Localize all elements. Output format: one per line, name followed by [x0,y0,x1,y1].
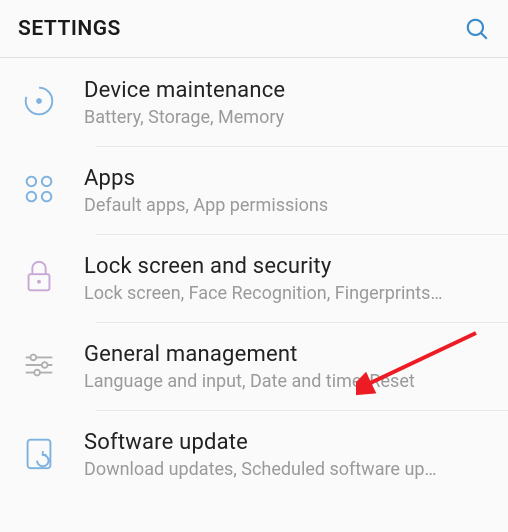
software-update-icon [20,434,58,472]
list-item-software-update[interactable]: Software update Download updates, Schedu… [0,410,508,498]
list-item-lock-screen[interactable]: Lock screen and security Lock screen, Fa… [0,234,508,322]
item-text: Lock screen and security Lock screen, Fa… [84,252,490,304]
item-text: Software update Download updates, Schedu… [84,428,490,480]
item-text: General management Language and input, D… [84,340,490,392]
item-title: Device maintenance [84,78,490,103]
page-title: SETTINGS [18,17,121,41]
lock-icon [20,258,58,296]
item-subtitle: Download updates, Scheduled software up… [84,459,484,480]
item-subtitle: Default apps, App permissions [84,195,484,216]
sliders-icon [20,346,58,384]
item-title: Software update [84,430,490,455]
item-title: Apps [84,166,490,191]
item-subtitle: Lock screen, Face Recognition, Fingerpri… [84,283,484,304]
list-item-device-maintenance[interactable]: Device maintenance Battery, Storage, Mem… [0,58,508,146]
apps-icon [20,170,58,208]
header: SETTINGS [0,0,508,58]
item-title: General management [84,342,490,367]
device-maintenance-icon [20,82,58,120]
list-item-general-management[interactable]: General management Language and input, D… [0,322,508,410]
item-title: Lock screen and security [84,254,490,279]
list-item-apps[interactable]: Apps Default apps, App permissions [0,146,508,234]
item-subtitle: Battery, Storage, Memory [84,107,484,128]
item-text: Device maintenance Battery, Storage, Mem… [84,76,490,128]
settings-list: Device maintenance Battery, Storage, Mem… [0,58,508,498]
item-subtitle: Language and input, Date and time, Reset [84,371,484,392]
search-icon[interactable] [464,16,490,42]
item-text: Apps Default apps, App permissions [84,164,490,216]
